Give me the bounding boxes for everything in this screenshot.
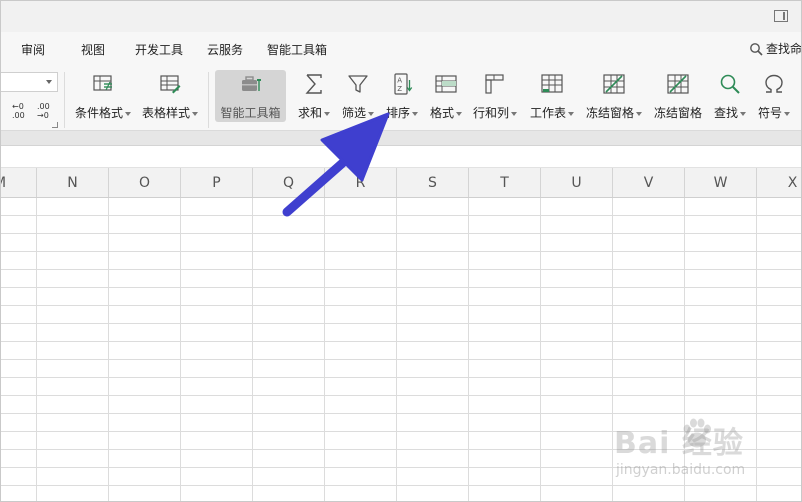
title-bar [0,0,802,32]
conditional-format-label: 条件格式 [74,106,123,120]
freeze-pane-button-2[interactable]: 冻结窗格 [650,70,706,122]
chevron-down-icon [324,111,330,116]
column-header-t[interactable]: T [469,168,541,197]
worksheet-button[interactable]: 工作表 [526,70,578,122]
row-col-icon [485,74,504,94]
format-label: 格式 [429,106,454,120]
conditional-format-icon [93,75,112,91]
watermark-url: jingyan.baidu.com [616,462,746,478]
column-header-u[interactable]: U [541,168,613,197]
chevron-down-icon [192,111,198,116]
search-command[interactable]: 查找命 [749,40,802,57]
chevron-down-icon [784,111,790,116]
sum-label: 求和 [297,106,322,120]
svg-text:A: A [397,77,402,85]
chevron-down-icon [125,111,131,116]
format-icon [435,75,457,93]
chevron-down-icon [368,111,374,116]
find-label: 查找 [713,106,738,120]
smart-toolbox-label: 智能工具箱 [220,106,281,120]
ribbon-separator [64,72,65,128]
search-icon [720,74,740,94]
search-icon [750,42,763,56]
column-header-o[interactable]: O [109,168,181,197]
column-header-r[interactable]: R [325,168,397,197]
increase-decimal-line2: .00 [12,111,25,120]
sort-button[interactable]: A Z 排序 [382,70,422,122]
chevron-down-icon [740,111,746,116]
omega-symbol-icon [765,74,783,93]
baidu-watermark: Bai 经验 jingyan.baidu.com [614,412,764,492]
table-style-icon [160,75,181,94]
tab-review[interactable]: 审阅 [21,41,45,58]
format-button[interactable]: 格式 [426,70,466,122]
chevron-down-icon [636,111,642,116]
column-header-q[interactable]: Q [253,168,325,197]
decrease-decimal-line1: .00 [37,102,50,111]
filter-label: 筛选 [341,106,366,120]
worksheet-label: 工作表 [529,106,566,120]
dialog-launcher-icon[interactable] [52,122,58,128]
window-layout-icon[interactable] [774,10,788,22]
find-button[interactable]: 查找 [710,70,750,122]
freeze-pane-icon [667,74,689,94]
ribbon-separator [208,72,209,128]
column-header-x[interactable]: X [757,168,802,197]
decrease-decimal-line2: →0 [37,111,49,120]
symbol-label: 符号 [757,106,782,120]
toolbox-icon [241,76,261,91]
baidu-paw-icon [683,418,711,448]
freeze-pane-label-2: 冻结窗格 [653,106,702,120]
filter-icon [348,75,368,93]
row-col-button[interactable]: 行和列 [470,70,520,122]
row-col-label: 行和列 [472,106,509,120]
tab-view[interactable]: 视图 [81,41,105,58]
svg-text:Z: Z [397,85,402,93]
symbol-button[interactable]: 符号 [754,70,794,122]
menu-bar: 审阅 视图 开发工具 云服务 智能工具箱 查找命 [0,32,802,66]
decrease-decimal-button[interactable]: .00 →0 [37,102,50,120]
increase-decimal-line1: ←0 [12,102,24,111]
freeze-pane-button[interactable]: 冻结窗格 [583,70,645,122]
smart-toolbox-button[interactable]: 智能工具箱 [215,70,286,122]
sort-label: 排序 [385,106,410,120]
column-header-n[interactable]: N [37,168,109,197]
table-style-button[interactable]: 表格样式 [139,70,201,122]
freeze-pane-label: 冻结窗格 [585,106,634,120]
worksheet-icon [541,74,563,93]
column-header-s[interactable]: S [397,168,469,197]
search-command-label: 查找命 [765,42,802,56]
table-style-label: 表格样式 [141,106,190,120]
conditional-format-button[interactable]: 条件格式 [72,70,134,122]
chevron-down-icon [568,111,574,116]
column-header-m[interactable]: M [0,168,37,197]
sum-icon [305,74,322,94]
column-header-w[interactable]: W [685,168,757,197]
sum-button[interactable]: 求和 [294,70,334,122]
tab-developer-tools[interactable]: 开发工具 [135,41,183,58]
chevron-down-icon [412,111,418,116]
column-header-v[interactable]: V [613,168,685,197]
sort-icon: A Z [394,73,413,95]
increase-decimal-button[interactable]: ←0 .00 [12,102,25,120]
chevron-down-icon [511,111,517,116]
filter-button[interactable]: 筛选 [338,70,378,122]
font-size-select[interactable] [0,72,58,92]
tab-smart-toolbox[interactable]: 智能工具箱 [267,41,327,58]
column-header-p[interactable]: P [181,168,253,197]
chevron-down-icon [456,111,462,116]
formula-bar[interactable] [0,146,802,168]
ribbon: ←0 .00 .00 →0 条件格式 表格样式 智能工具箱 求和 筛选 A Z … [0,66,802,136]
freeze-pane-icon [603,74,625,94]
ribbon-collapse-strip [0,130,802,146]
tab-cloud-services[interactable]: 云服务 [207,41,243,58]
column-headers: M N O P Q R S T U V W X [0,168,802,198]
